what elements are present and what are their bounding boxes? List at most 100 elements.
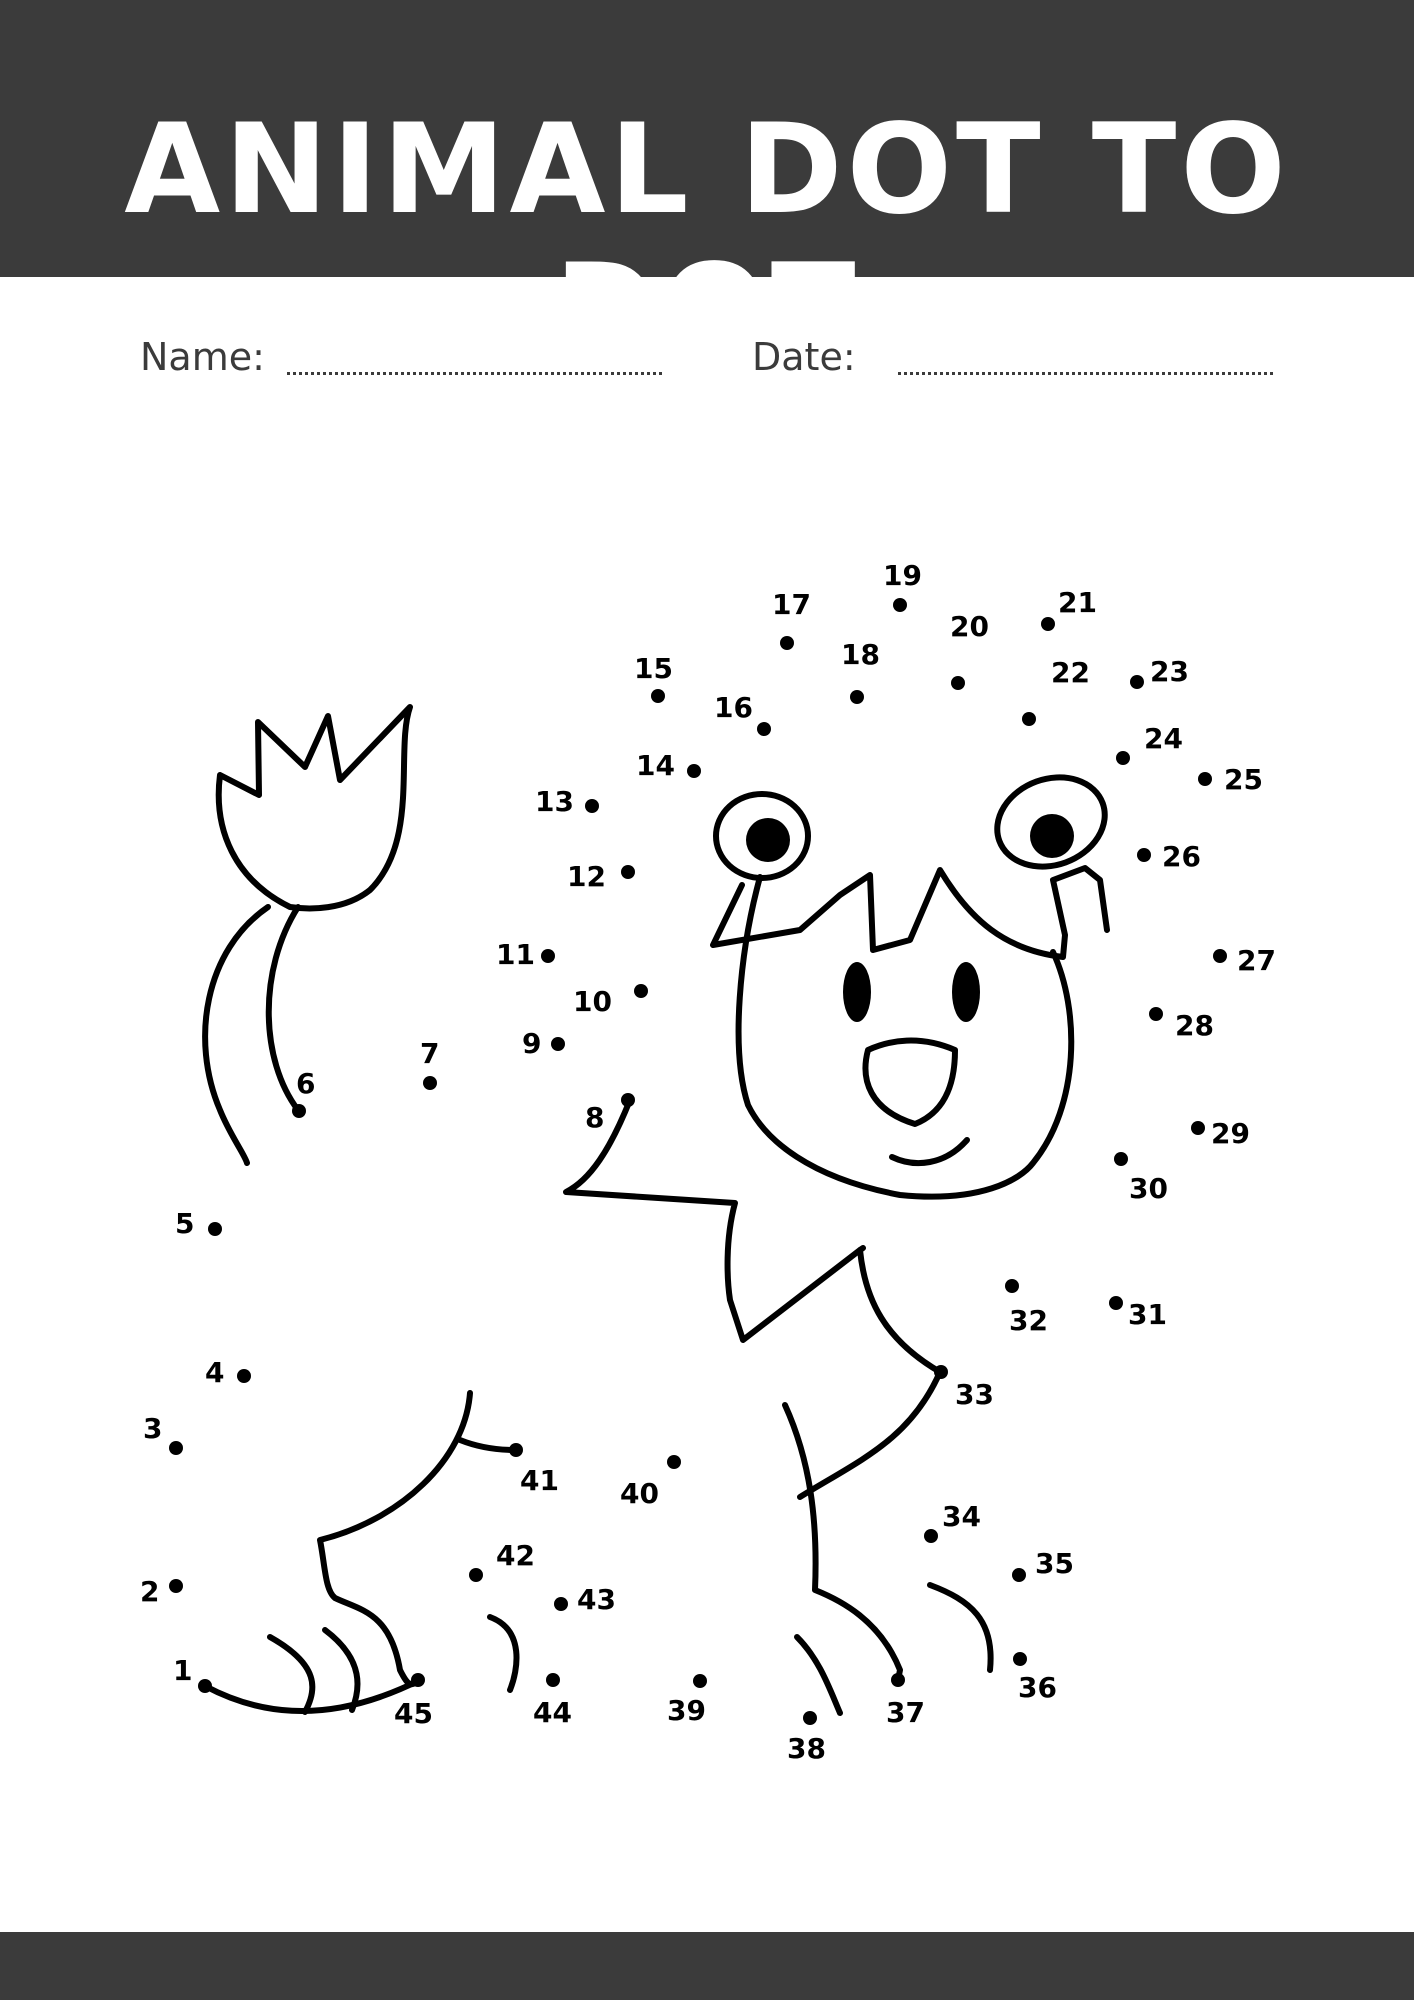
dots-layer: 12345678910111213141516171819202122 23242…	[140, 559, 1276, 1765]
flower-stem-left	[202, 904, 271, 1166]
frog-head	[735, 874, 1075, 1200]
dot-34[interactable]	[924, 1529, 938, 1543]
dot-label-36: 36	[1018, 1671, 1057, 1704]
left-nostril	[843, 962, 871, 1022]
dot-36[interactable]	[1013, 1652, 1027, 1666]
dot-23[interactable]	[1130, 675, 1144, 689]
dot-label-16: 16	[714, 691, 753, 724]
dot-label-37: 37	[886, 1696, 925, 1729]
dot-label-21: 21	[1058, 586, 1097, 619]
dot-label-10: 10	[573, 985, 612, 1018]
dot-26[interactable]	[1137, 848, 1151, 862]
frog-toe-3	[487, 1614, 520, 1693]
dot-32[interactable]	[1005, 1279, 1019, 1293]
dot-label-18: 18	[841, 638, 880, 671]
frog-back-knee	[457, 1437, 518, 1453]
frog-front-toe-1	[794, 1634, 843, 1716]
frog-smile	[889, 1137, 970, 1166]
left-pupil	[746, 818, 790, 862]
dot-11[interactable]	[541, 949, 555, 963]
dot-label-6: 6	[296, 1067, 315, 1100]
dot-label-27: 27	[1237, 944, 1276, 977]
dot-label-9: 9	[522, 1027, 541, 1060]
dot-to-dot-drawing: 12345678910111213141516171819202122 23242…	[140, 559, 1276, 1765]
dot-43[interactable]	[554, 1597, 568, 1611]
dot-label-40: 40	[620, 1477, 659, 1510]
flower-petals	[215, 704, 413, 912]
frog-arm-left	[563, 1097, 866, 1343]
dot-label-4: 4	[205, 1356, 224, 1389]
dot-label-1: 1	[173, 1654, 192, 1687]
dot-label-25: 25	[1224, 763, 1263, 796]
dot-45[interactable]	[411, 1673, 425, 1687]
frog-front-knee	[797, 1369, 943, 1500]
dot-2[interactable]	[169, 1579, 183, 1593]
dot-label-2: 2	[140, 1575, 159, 1608]
dot-label-14: 14	[636, 749, 675, 782]
dot-29[interactable]	[1191, 1121, 1205, 1135]
dot-42[interactable]	[469, 1568, 483, 1582]
dot-40[interactable]	[667, 1455, 681, 1469]
frog-toe-2	[322, 1627, 361, 1713]
dot-label-11: 11	[496, 938, 535, 971]
dot-41[interactable]	[509, 1443, 523, 1457]
dot-label-29: 29	[1211, 1117, 1250, 1150]
dot-9[interactable]	[551, 1037, 565, 1051]
dot-28[interactable]	[1149, 1007, 1163, 1021]
dot-22[interactable]	[1022, 712, 1036, 726]
dot-27[interactable]	[1213, 949, 1227, 963]
dot-label-13: 13	[535, 785, 574, 818]
dot-13[interactable]	[585, 799, 599, 813]
dot-label-44: 44	[533, 1696, 572, 1729]
dot-37[interactable]	[891, 1673, 905, 1687]
dot-1[interactable]	[198, 1679, 212, 1693]
dot-19[interactable]	[893, 598, 907, 612]
dot-21[interactable]	[1041, 617, 1055, 631]
dot-label-12: 12	[567, 860, 606, 893]
dot-label-45: 45	[394, 1697, 433, 1730]
frog-back-leg	[317, 1390, 473, 1688]
dot-label-7: 7	[420, 1037, 439, 1070]
dot-20[interactable]	[951, 676, 965, 690]
dot-10[interactable]	[634, 984, 648, 998]
dot-label-39: 39	[667, 1694, 706, 1727]
dot-4[interactable]	[237, 1369, 251, 1383]
dot-44[interactable]	[546, 1673, 560, 1687]
dot-label-19: 19	[883, 559, 922, 592]
dot-31[interactable]	[1109, 1296, 1123, 1310]
flower-stem-right	[265, 904, 301, 1113]
dot-label-23: 23	[1150, 655, 1189, 688]
dot-label-28: 28	[1175, 1009, 1214, 1042]
dot-label-33: 33	[955, 1378, 994, 1411]
frog-front-toe-2	[927, 1582, 994, 1673]
dot-label-32: 32	[1009, 1304, 1048, 1337]
dot-3[interactable]	[169, 1441, 183, 1455]
dot-12[interactable]	[621, 865, 635, 879]
dot-33[interactable]	[934, 1365, 948, 1379]
dot-17[interactable]	[780, 636, 794, 650]
frog-toe-1	[267, 1634, 316, 1715]
outline-art	[202, 704, 1110, 1716]
dot-label-41: 41	[520, 1464, 559, 1497]
dot-label-5: 5	[175, 1207, 194, 1240]
dot-24[interactable]	[1116, 751, 1130, 765]
dot-38[interactable]	[803, 1711, 817, 1725]
dot-label-24: 24	[1144, 722, 1183, 755]
dot-7[interactable]	[423, 1076, 437, 1090]
dot-30[interactable]	[1114, 1152, 1128, 1166]
dot-label-43: 43	[577, 1583, 616, 1616]
dot-25[interactable]	[1198, 772, 1212, 786]
dot-label-35: 35	[1035, 1547, 1074, 1580]
dot-18[interactable]	[850, 690, 864, 704]
dot-label-17: 17	[772, 588, 811, 621]
dot-label-42: 42	[496, 1539, 535, 1572]
dot-16[interactable]	[757, 722, 771, 736]
dot-14[interactable]	[687, 764, 701, 778]
dot-8[interactable]	[621, 1093, 635, 1107]
dot-5[interactable]	[208, 1222, 222, 1236]
footer-bar	[0, 1932, 1414, 2000]
dot-6[interactable]	[292, 1104, 306, 1118]
dot-35[interactable]	[1012, 1568, 1026, 1582]
dot-39[interactable]	[693, 1674, 707, 1688]
dot-15[interactable]	[651, 689, 665, 703]
